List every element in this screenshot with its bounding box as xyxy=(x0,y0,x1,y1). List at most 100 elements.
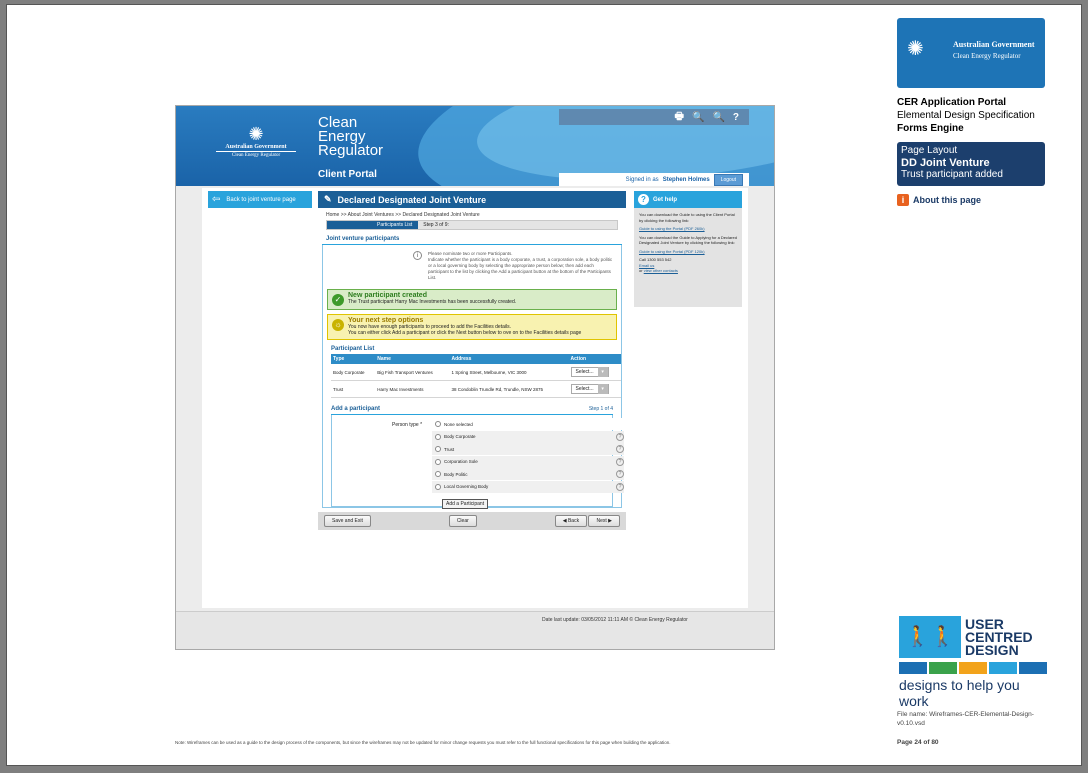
option-label: None selected xyxy=(444,421,473,427)
user-name: Stephen Holmes xyxy=(662,177,710,183)
option-label: Body Politic xyxy=(444,471,468,477)
signed-in-bar: Signed in as Stephen Holmes Logout xyxy=(559,173,749,186)
print-icon[interactable]: 🖶 xyxy=(675,109,684,126)
info-block: i Please nominate two or more Participan… xyxy=(323,245,621,285)
page-layout-box: Page Layout DD Joint Venture Trust parti… xyxy=(897,142,1045,186)
heading-text: Declared Designated Joint Venture xyxy=(337,194,487,205)
footnote: Note: Wireframes can be used as a guide … xyxy=(175,740,671,745)
main-panel: ✎ Declared Designated Joint Venture Home… xyxy=(318,191,626,530)
table-row: Trust Harry Mac Investments 38 Condoblin… xyxy=(331,380,621,398)
add-participant-form: Person type * None selected Body Corpora… xyxy=(331,415,624,509)
portal-wireframe: ✺ Australian Government Clean Energy Reg… xyxy=(175,105,775,650)
back-to-jv-button[interactable]: ⇦ Back to joint venture page xyxy=(208,191,312,208)
help-icon[interactable]: ? xyxy=(733,112,739,123)
radio-icon xyxy=(435,446,441,452)
edit-icon: ✎ xyxy=(324,194,332,204)
color-bar xyxy=(989,662,1017,674)
zoom-out-icon[interactable]: 🔍 xyxy=(712,112,724,123)
help-text-1: You can download the Guide to using the … xyxy=(639,212,735,223)
radio-local-governing-body[interactable]: Local Governing Body? xyxy=(432,480,624,493)
ucd-tagline: designs to help you work xyxy=(899,677,1020,709)
breadcrumb[interactable]: Home >> About Joint Ventures >> Declared… xyxy=(318,208,626,220)
doc-title: CER Application Portal xyxy=(897,97,1007,108)
guide-jv-link[interactable]: Guide to using the Portal (PDF 120k) xyxy=(639,249,705,254)
doc-title-block: CER Application Portal Elemental Design … xyxy=(897,96,1035,135)
add-participant-button[interactable]: Add a Participant xyxy=(442,499,489,509)
zoom-in-icon[interactable]: 🔍 xyxy=(692,112,704,123)
email-us-link[interactable]: Email us xyxy=(639,263,654,268)
cell-name: Big Fish Transport Ventures xyxy=(375,364,450,381)
portal-subtitle: Client Portal xyxy=(318,169,377,180)
layout-name: DD Joint Venture xyxy=(901,157,990,169)
question-icon[interactable]: ? xyxy=(616,470,624,478)
question-icon[interactable]: ? xyxy=(616,445,624,453)
gov-line2: Clean Energy Regulator xyxy=(953,52,1021,60)
gov-logo-line2: Clean Energy Regulator xyxy=(216,151,296,158)
cell-action: Select... ▾ xyxy=(568,364,621,381)
radio-icon xyxy=(435,433,441,440)
title-line3: Regulator xyxy=(318,142,384,159)
col-name: Name xyxy=(375,354,450,364)
clear-button[interactable]: Clear xyxy=(448,515,477,527)
ucd-top: 🚶🚶 USER CENTRED DESIGN xyxy=(899,616,1047,658)
radio-icon xyxy=(435,458,441,465)
color-bar xyxy=(1019,662,1047,674)
back-button[interactable]: ◀ Back xyxy=(554,515,588,527)
save-exit-button[interactable]: Save and Exit xyxy=(324,515,371,527)
question-icon[interactable]: ? xyxy=(616,457,624,466)
radio-body-politic[interactable]: Body Politic? xyxy=(432,468,624,480)
layout-state: Trust participant added xyxy=(901,169,1003,180)
info-line2: Indicate whether the participant is a bo… xyxy=(428,257,613,280)
next-step-message: ☼ Your next step options You now have en… xyxy=(327,314,617,340)
radio-icon xyxy=(435,471,441,477)
info-icon: i xyxy=(413,251,422,260)
ucd-word3: DESIGN xyxy=(965,642,1019,658)
step-indicator: Participants List Step 3 of 9: xyxy=(326,220,618,230)
lightbulb-icon: ☼ xyxy=(332,319,344,331)
radio-corporation-sole[interactable]: Corporation Sole? xyxy=(432,455,624,468)
people-icon: 🚶🚶 xyxy=(899,616,961,658)
option-label: Trust xyxy=(444,446,455,452)
step-tab[interactable]: Participants List xyxy=(327,221,419,229)
cell-address: 38 Condoblin Trundle Rd, Trundle, NSW 28… xyxy=(449,380,569,398)
radio-icon xyxy=(435,483,441,490)
doc-subtitle: Elemental Design Specification xyxy=(897,110,1035,121)
option-label: Body Corporate xyxy=(444,434,476,439)
help-header: ? Get help xyxy=(634,191,742,208)
gov-line1: Australian Government xyxy=(953,40,1035,49)
action-select[interactable]: Select... ▾ xyxy=(570,367,609,377)
crest-icon: ✺ xyxy=(907,38,924,60)
col-type: Type xyxy=(331,354,376,364)
person-type-label: Person type * xyxy=(392,422,423,428)
about-page-link[interactable]: i About this page xyxy=(897,194,981,206)
action-select[interactable]: Select... ▾ xyxy=(570,384,609,394)
add-participant-header: Add a participant Step 1 of 4 xyxy=(331,406,613,415)
next-button[interactable]: Next ▶ xyxy=(588,515,620,527)
color-bar xyxy=(899,662,927,674)
about-label: About this page xyxy=(913,195,981,205)
participant-table: Type Name Address Action Body Corporate … xyxy=(331,354,621,398)
file-name: File name: Wireframes-CER-Elemental-Desi… xyxy=(897,711,1034,727)
section-title: Joint venture participants xyxy=(322,234,622,245)
check-icon: ✓ xyxy=(332,294,344,306)
next-step-body: Your next step options You now have enou… xyxy=(348,317,581,336)
signed-in-label: Signed in as xyxy=(625,177,659,183)
ucd-logo: 🚶🚶 USER CENTRED DESIGN designs to help y… xyxy=(899,616,1047,709)
question-icon[interactable]: ? xyxy=(616,432,624,441)
participants-panel: i Please nominate two or more Participan… xyxy=(322,245,624,509)
question-icon[interactable]: ? xyxy=(616,482,624,491)
ucd-words: USER CENTRED DESIGN xyxy=(965,616,1033,658)
guide-portal-link[interactable]: Guide to using the Portal (PDF 260k) xyxy=(639,226,705,231)
select-value: Select... xyxy=(575,386,594,392)
back-next-group: ◀ Back Next ▶ xyxy=(554,515,620,527)
question-bubble-icon: ? xyxy=(638,194,649,205)
view-contacts-link[interactable]: view other contacts xyxy=(644,268,678,273)
page-number: Page 24 of 80 xyxy=(897,739,939,746)
info-icon: i xyxy=(897,194,909,206)
radio-trust[interactable]: Trust? xyxy=(432,443,624,455)
portal-footer: Date last update: 03/05/2012 11:11 AM © … xyxy=(176,611,774,649)
radio-none-selected[interactable]: None selected xyxy=(432,418,624,430)
logout-button[interactable]: Logout xyxy=(713,174,743,186)
help-panel: ? Get help You can download the Guide to… xyxy=(634,191,742,307)
radio-body-corporate[interactable]: Body Corporate? xyxy=(432,430,624,443)
